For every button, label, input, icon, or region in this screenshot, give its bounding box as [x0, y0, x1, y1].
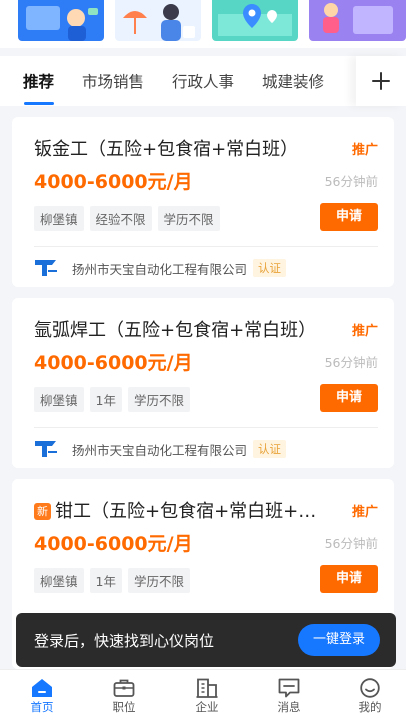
nav-label: 我的 — [358, 700, 382, 714]
company-name: 扬州市天宝自动化工程有限公司 — [72, 442, 248, 458]
nav-companies[interactable]: 企业 — [177, 670, 237, 718]
nav-home[interactable]: 首页 — [12, 670, 72, 718]
tag-experience: 1年 — [89, 568, 122, 593]
banner-image-3[interactable] — [212, 0, 298, 41]
apply-button[interactable]: 申请 — [320, 203, 378, 231]
tab-market-sales[interactable]: 市场销售 — [82, 70, 144, 92]
job-salary: 4000-6000元/月 — [34, 352, 193, 374]
nav-label: 消息 — [277, 700, 301, 714]
tag-location: 柳堡镇 — [34, 206, 84, 231]
post-time: 56分钟前 — [324, 174, 378, 189]
banner-image-4[interactable] — [309, 0, 406, 41]
job-tags: 柳堡镇 1年 学历不限 — [34, 568, 190, 593]
post-time: 56分钟前 — [324, 536, 378, 551]
job-title: 钣金工（五险+包食宿+常白班） — [34, 139, 299, 160]
tag-location: 柳堡镇 — [34, 387, 84, 412]
nav-label: 职位 — [112, 700, 136, 714]
company-name: 扬州市天宝自动化工程有限公司 — [72, 261, 248, 277]
login-prompt-text: 登录后，快速找到心仪岗位 — [34, 632, 215, 650]
card-divider — [34, 246, 378, 247]
job-title: 氩弧焊工（五险+包食宿+常白班） — [34, 320, 317, 341]
bottom-navigation: 首页 职位 企业 消息 我的 — [0, 669, 406, 718]
building-icon — [196, 678, 218, 698]
plus-icon — [372, 72, 390, 90]
tag-education: 学历不限 — [127, 568, 190, 593]
briefcase-icon — [113, 679, 135, 697]
post-time: 56分钟前 — [324, 355, 378, 370]
message-icon — [278, 678, 300, 698]
category-tabs: 推荐 市场销售 行政人事 城建装修 — [0, 56, 406, 106]
verified-badge: 认证 — [253, 259, 287, 277]
company-logo-icon — [35, 260, 57, 276]
profile-icon — [360, 678, 380, 698]
tab-construction[interactable]: 城建装修 — [262, 70, 324, 92]
job-title: 新钳工（五险+包食宿+常白班+班车… — [34, 497, 334, 523]
promoted-label: 推广 — [351, 324, 378, 339]
job-salary: 4000-6000元/月 — [34, 171, 193, 193]
job-title-text: 钳工（五险+包食宿+常白班+班车… — [55, 501, 334, 522]
tab-admin-hr[interactable]: 行政人事 — [172, 70, 234, 92]
home-icon — [32, 679, 52, 697]
tag-location: 柳堡镇 — [34, 568, 84, 593]
card-divider — [34, 427, 378, 428]
nav-label: 企业 — [195, 700, 219, 714]
banner-image-2[interactable] — [115, 0, 201, 41]
promoted-label: 推广 — [351, 143, 378, 158]
promoted-label: 推广 — [351, 505, 378, 520]
job-tags: 柳堡镇 1年 学历不限 — [34, 387, 190, 412]
job-card[interactable]: 氩弧焊工（五险+包食宿+常白班） 推广 4000-6000元/月 56分钟前 柳… — [12, 298, 394, 468]
tag-experience: 经验不限 — [89, 206, 152, 231]
job-card[interactable]: 钣金工（五险+包食宿+常白班） 推广 4000-6000元/月 56分钟前 柳堡… — [12, 117, 394, 287]
verified-badge: 认证 — [253, 440, 287, 458]
new-badge: 新 — [34, 503, 51, 520]
login-prompt-bar: 登录后，快速找到心仪岗位 一键登录 — [16, 613, 396, 667]
banner-image-1[interactable] — [18, 0, 104, 41]
company-row[interactable]: 扬州市天宝自动化工程有限公司 认证 — [34, 258, 287, 278]
company-logo-icon — [35, 441, 57, 457]
add-category-button[interactable] — [356, 56, 406, 106]
nav-jobs[interactable]: 职位 — [94, 670, 154, 718]
job-salary: 4000-6000元/月 — [34, 533, 193, 555]
job-tags: 柳堡镇 经验不限 学历不限 — [34, 206, 220, 231]
nav-messages[interactable]: 消息 — [259, 670, 319, 718]
tag-education: 学历不限 — [127, 387, 190, 412]
nav-profile[interactable]: 我的 — [340, 670, 400, 718]
nav-label: 首页 — [30, 700, 54, 714]
active-tab-indicator — [24, 102, 54, 105]
apply-button[interactable]: 申请 — [320, 565, 378, 593]
one-click-login-button[interactable]: 一键登录 — [298, 624, 380, 656]
tag-education: 学历不限 — [157, 206, 220, 231]
tab-recommended[interactable]: 推荐 — [23, 70, 54, 92]
apply-button[interactable]: 申请 — [320, 384, 378, 412]
banner-carousel[interactable] — [0, 0, 406, 48]
tag-experience: 1年 — [89, 387, 122, 412]
company-row[interactable]: 扬州市天宝自动化工程有限公司 认证 — [34, 439, 287, 459]
